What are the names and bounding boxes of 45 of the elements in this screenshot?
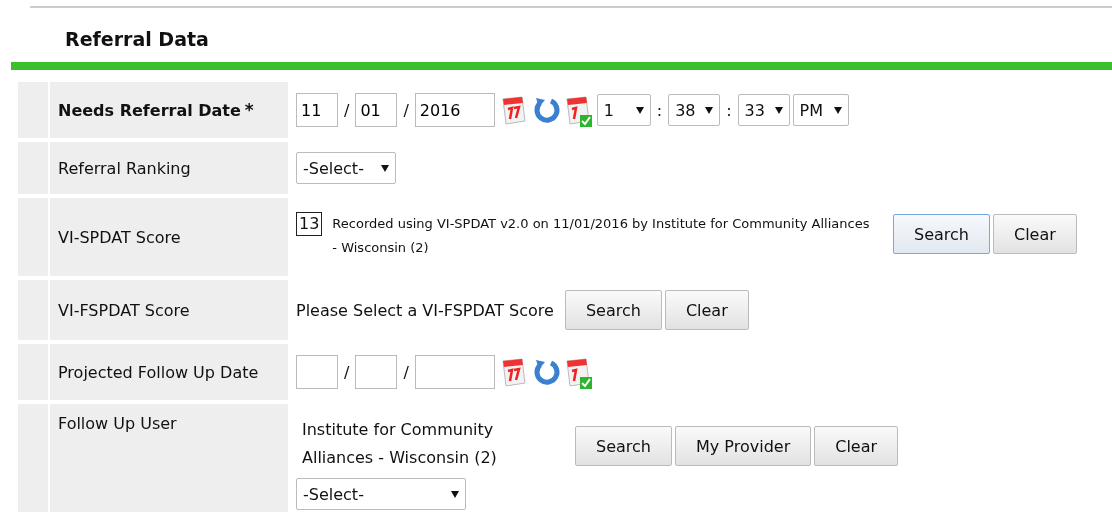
caret-icon	[451, 490, 459, 498]
ampm-dropdown[interactable]: PM	[792, 94, 849, 126]
caret-icon	[833, 106, 842, 114]
user-name: Institute for Community Alliances - Wisconsin (2)	[302, 419, 498, 469]
month-field[interactable]: 11	[296, 93, 338, 127]
caret-icon	[381, 164, 389, 172]
field-label: Referral Ranking	[58, 158, 191, 178]
date-separator: /	[343, 362, 351, 382]
field-label: VI-SPDAT Score	[58, 227, 181, 247]
day-field[interactable]: 01	[355, 93, 398, 127]
required-mark: *	[244, 100, 254, 120]
calendar-check-icon[interactable]	[563, 355, 594, 389]
action-button[interactable]: Search	[564, 290, 662, 330]
dropdown[interactable]: -Select-	[296, 152, 396, 184]
month-field[interactable]	[296, 355, 338, 389]
date-separator: /	[402, 362, 410, 382]
dropdown[interactable]: -Select-	[296, 478, 466, 510]
day-field[interactable]	[355, 355, 398, 389]
hour-dropdown[interactable]: 1	[596, 94, 651, 126]
section-title: Referral Data	[64, 27, 210, 52]
caret-icon	[635, 106, 644, 114]
date-separator: /	[402, 100, 410, 120]
date-separator: /	[343, 100, 351, 120]
action-button[interactable]: Clear	[664, 290, 749, 330]
recorded-note: Recorded using VI-SPDAT v2.0 on 11/01/2016 by Institute for Community Alliances - Wisconsin (2)	[332, 215, 871, 257]
caret-icon	[705, 106, 714, 114]
action-button[interactable]: Search	[575, 426, 672, 466]
action-button[interactable]: Clear	[814, 426, 899, 466]
score-prompt: Please Select a VI-FSPDAT Score	[296, 300, 554, 320]
second-dropdown[interactable]: 33	[737, 94, 790, 126]
field-label: VI-FSPDAT Score	[58, 300, 190, 320]
calendar-check-icon[interactable]	[563, 93, 594, 127]
score-value: 13	[296, 212, 323, 236]
action-button[interactable]: My Provider	[674, 426, 812, 466]
field-label: Projected Follow Up Date	[58, 362, 259, 382]
year-field[interactable]: 2016	[414, 93, 495, 127]
minute-dropdown[interactable]: 38	[668, 94, 721, 126]
time-separator: :	[725, 100, 733, 120]
field-label: Needs Referral Date	[58, 100, 241, 120]
action-button[interactable]: Clear	[992, 214, 1077, 254]
caret-icon	[774, 106, 783, 114]
year-field[interactable]	[414, 355, 495, 389]
field-label: Follow Up User	[58, 414, 177, 433]
time-separator: :	[655, 100, 664, 120]
focused-button[interactable]: Search	[893, 214, 990, 254]
